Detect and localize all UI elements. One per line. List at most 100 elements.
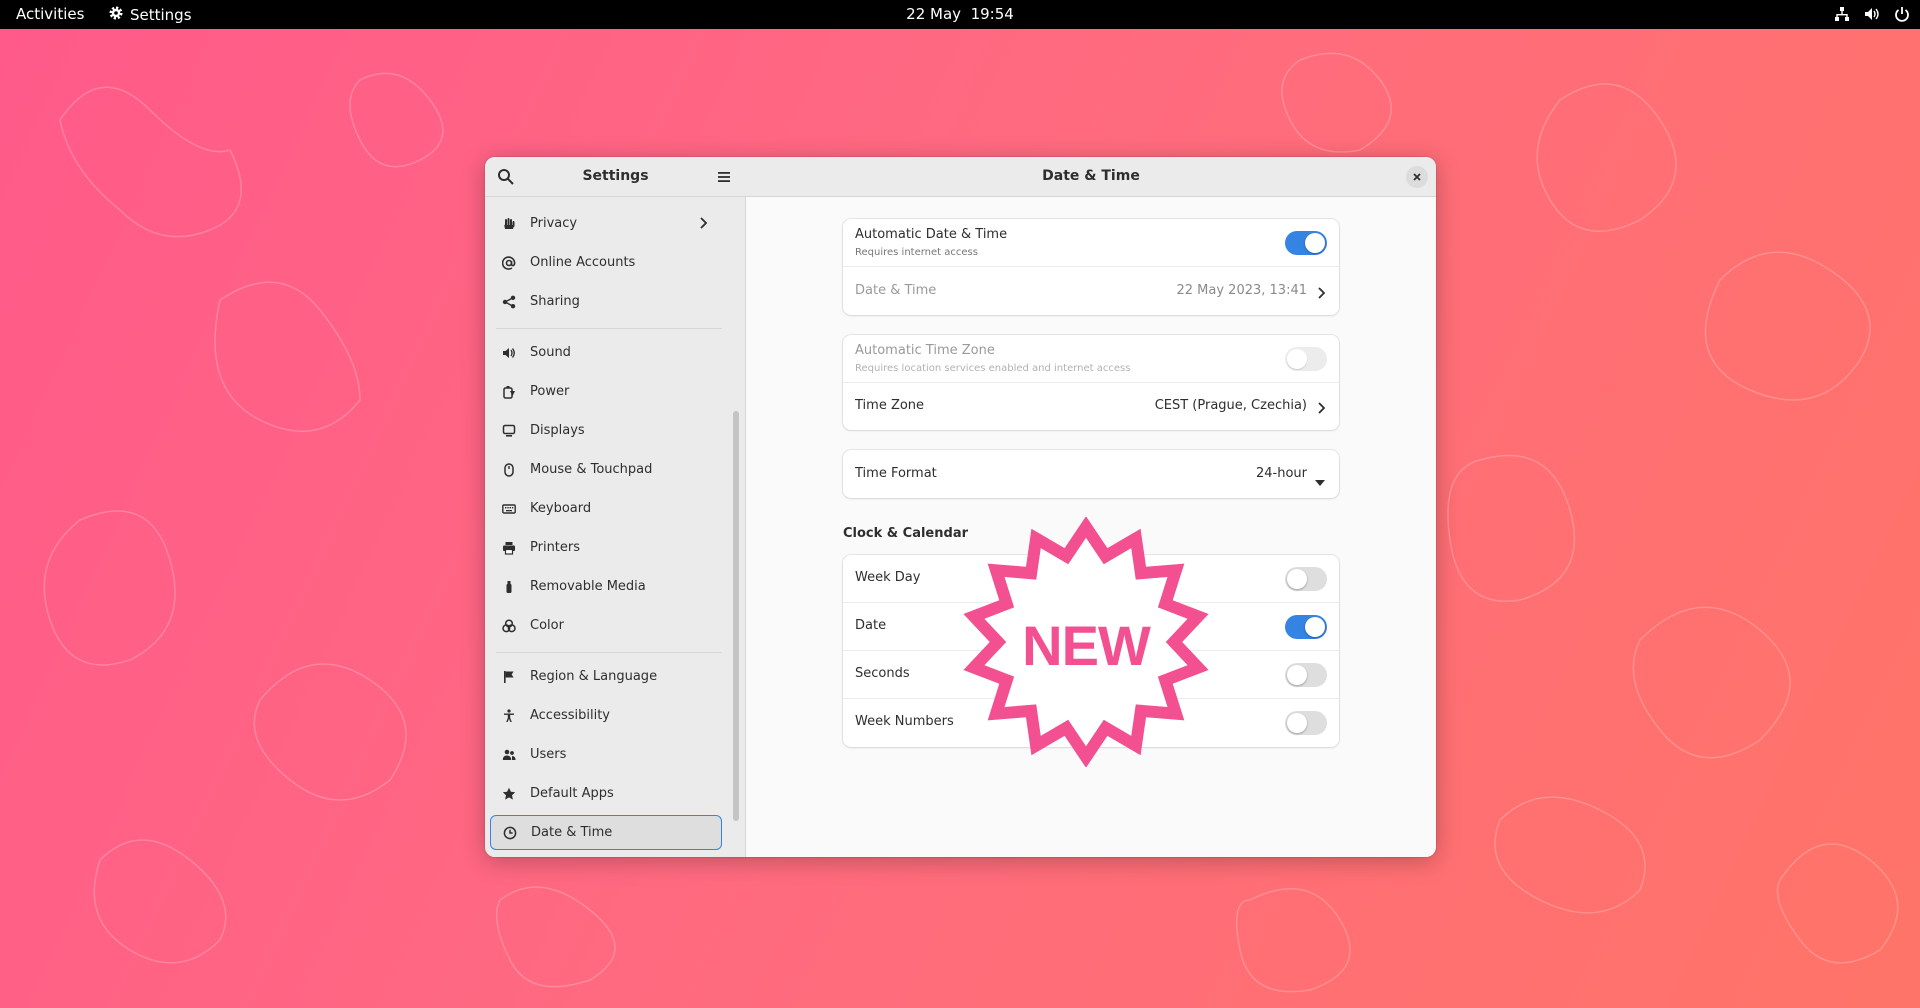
sidebar-item-label: Region & Language (530, 669, 658, 684)
sidebar-item-online-accounts[interactable]: Online Accounts (490, 245, 722, 280)
flag-icon (501, 669, 517, 685)
chevron-right-icon (1317, 284, 1326, 303)
row-title: Time Format (855, 466, 937, 481)
sidebar-title: Settings (582, 168, 649, 184)
clock-calendar-heading: Clock & Calendar (843, 526, 968, 541)
users-icon (501, 747, 517, 763)
sidebar-header: Settings (485, 157, 746, 197)
sidebar: Settings Privacy Online Accounts Sharing (485, 157, 746, 857)
week-day-switch[interactable] (1285, 567, 1327, 591)
row-title: Time Zone (855, 398, 925, 413)
sidebar-item-label: Mouse & Touchpad (530, 462, 653, 477)
row-title: Automatic Date & Time (855, 227, 1008, 242)
sidebar-item-label: Keyboard (530, 501, 592, 516)
speaker-icon (501, 345, 517, 361)
sidebar-item-label: Date & Time (531, 825, 613, 840)
printer-icon (501, 540, 517, 556)
automatic-timezone-row: Automatic Time Zone Requires location se… (843, 335, 1339, 383)
clock-icon (502, 825, 518, 841)
sidebar-item-displays[interactable]: Displays (490, 413, 722, 448)
week-numbers-switch[interactable] (1285, 711, 1327, 735)
row-title: Date (855, 618, 887, 633)
datetime-value: 22 May 2023, 13:41 (1176, 283, 1308, 298)
sidebar-item-label: Default Apps (530, 786, 614, 801)
share-icon (501, 294, 517, 310)
color-icon (501, 618, 517, 634)
app-name: Settings (130, 6, 192, 24)
row-subtitle: Requires location services enabled and i… (855, 363, 1131, 374)
sidebar-item-date-time[interactable]: Date & Time (490, 815, 722, 850)
settings-window: Settings Privacy Online Accounts Sharing (485, 157, 1436, 857)
hand-icon (501, 216, 517, 232)
sidebar-item-power[interactable]: Power (490, 374, 722, 409)
datetime-card: Automatic Date & Time Requires internet … (843, 219, 1339, 315)
caret-down-icon (1315, 471, 1325, 490)
usb-icon (501, 579, 517, 595)
sidebar-item-default-apps[interactable]: Default Apps (490, 776, 722, 811)
sidebar-item-label: Sound (530, 345, 571, 360)
switch-knob (1287, 713, 1307, 733)
row-title: Week Numbers (855, 714, 954, 729)
seconds-switch[interactable] (1285, 663, 1327, 687)
sidebar-item-sound[interactable]: Sound (490, 335, 722, 370)
sidebar-item-label: Accessibility (530, 708, 610, 723)
sidebar-item-sharing[interactable]: Sharing (490, 284, 722, 319)
sidebar-item-label: Displays (530, 423, 585, 438)
sidebar-separator (496, 328, 722, 329)
sidebar-separator (496, 652, 722, 653)
hamburger-menu-icon[interactable] (716, 169, 732, 185)
top-bar: Activities Settings 22 May 19:54 (0, 0, 1920, 29)
chevron-right-icon (1317, 399, 1326, 418)
new-badge-label: NEW (1022, 614, 1151, 677)
automatic-datetime-row[interactable]: Automatic Date & Time Requires internet … (843, 219, 1339, 267)
sidebar-item-label: Online Accounts (530, 255, 636, 270)
automatic-timezone-switch (1285, 347, 1327, 371)
sidebar-item-printers[interactable]: Printers (490, 530, 722, 565)
activities-button[interactable]: Activities (16, 5, 84, 23)
at-icon (501, 255, 517, 271)
row-subtitle: Requires internet access (855, 247, 978, 258)
timezone-value: CEST (Prague, Czechia) (1154, 398, 1307, 413)
timezone-row[interactable]: Time Zone CEST (Prague, Czechia) (843, 383, 1339, 430)
sidebar-item-label: Removable Media (530, 579, 646, 594)
app-menu[interactable]: Settings (108, 5, 192, 25)
network-icon[interactable] (1834, 6, 1850, 22)
close-icon (1413, 173, 1421, 181)
automatic-datetime-switch[interactable] (1285, 231, 1327, 255)
sidebar-item-color[interactable]: Color (490, 608, 722, 643)
power-icon[interactable] (1894, 6, 1910, 22)
switch-knob (1305, 617, 1325, 637)
date-switch[interactable] (1285, 615, 1327, 639)
close-button[interactable] (1406, 166, 1428, 188)
clock[interactable]: 22 May 19:54 (906, 5, 1014, 23)
system-tray[interactable] (1834, 6, 1910, 22)
sidebar-item-region-language[interactable]: Region & Language (490, 659, 722, 694)
sidebar-item-mouse-touchpad[interactable]: Mouse & Touchpad (490, 452, 722, 487)
time-format-row[interactable]: Time Format 24-hour (843, 450, 1339, 498)
display-icon (501, 423, 517, 439)
sidebar-item-label: Users (530, 747, 567, 762)
volume-icon[interactable] (1864, 6, 1880, 22)
star-icon (501, 786, 517, 802)
page-title: Date & Time (1042, 168, 1140, 184)
time-format-dropdown[interactable]: 24-hour (1256, 466, 1307, 481)
mouse-icon (501, 462, 517, 478)
sidebar-item-users[interactable]: Users (490, 737, 722, 772)
sidebar-item-accessibility[interactable]: Accessibility (490, 698, 722, 733)
sidebar-item-keyboard[interactable]: Keyboard (490, 491, 722, 526)
sidebar-item-label: Privacy (530, 216, 578, 231)
time-format-card: Time Format 24-hour (843, 450, 1339, 498)
gear-icon (108, 5, 124, 25)
chevron-right-icon (698, 217, 708, 233)
sidebar-scrollbar[interactable] (733, 411, 739, 821)
sidebar-item-label: Sharing (530, 294, 580, 309)
row-title: Seconds (855, 666, 910, 681)
sidebar-item-label: Printers (530, 540, 581, 555)
sidebar-item-privacy[interactable]: Privacy (490, 206, 722, 241)
timezone-card: Automatic Time Zone Requires location se… (843, 335, 1339, 430)
datetime-row[interactable]: Date & Time 22 May 2023, 13:41 (843, 267, 1339, 315)
switch-knob (1287, 349, 1307, 369)
sidebar-item-removable-media[interactable]: Removable Media (490, 569, 722, 604)
sidebar-item-label: Color (530, 618, 564, 633)
switch-knob (1287, 665, 1307, 685)
